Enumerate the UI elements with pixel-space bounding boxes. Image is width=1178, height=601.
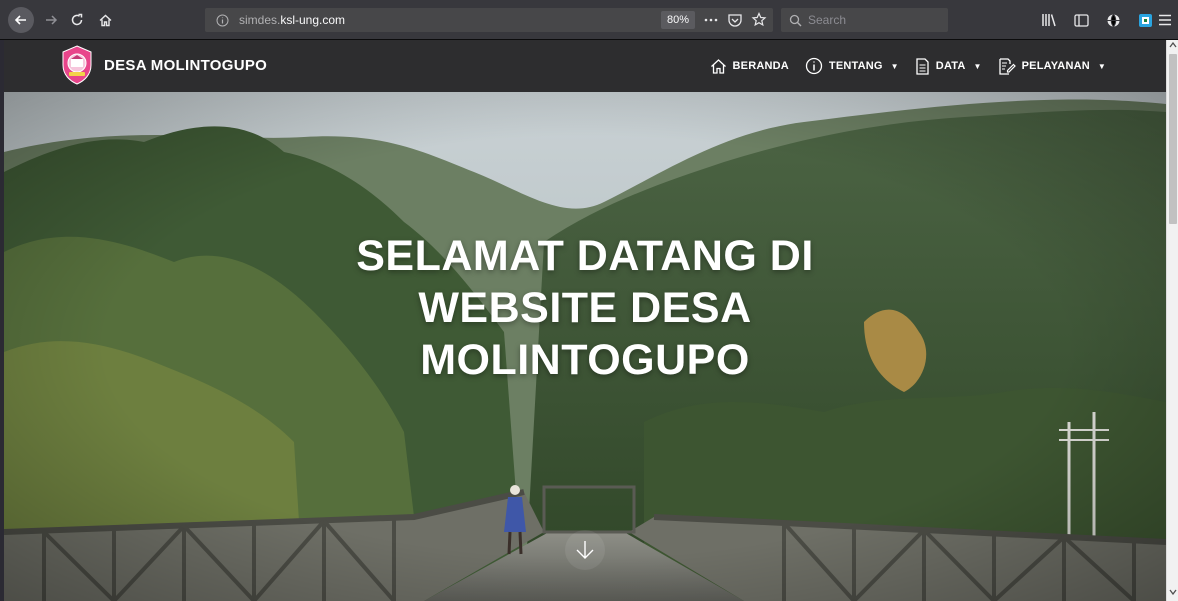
page-actions — [703, 11, 767, 29]
home-button[interactable] — [92, 7, 118, 33]
arrow-right-icon — [46, 15, 58, 25]
main-nav: BERANDA TENTANG ▼ DATA ▼ PELAYANAN ▼ — [710, 40, 1106, 92]
nav-item-tentang[interactable]: TENTANG ▼ — [805, 57, 899, 75]
nav-item-data[interactable]: DATA ▼ — [915, 57, 982, 75]
url-domain: ksl-ung.com — [280, 13, 346, 27]
scroll-down-arrow-icon[interactable] — [1167, 589, 1178, 599]
hero-title: SELAMAT DATANG DI WEBSITE DESA MOLINTOGU… — [4, 230, 1166, 386]
menu-button[interactable] — [1152, 7, 1178, 33]
forward-button[interactable] — [38, 7, 64, 33]
brand[interactable]: DESA MOLINTOGUPO — [60, 45, 267, 85]
caret-down-icon: ▼ — [890, 61, 899, 71]
library-icon — [1042, 14, 1056, 27]
caret-down-icon: ▼ — [1097, 61, 1106, 71]
sidebar-icon — [1073, 13, 1089, 27]
info-icon — [805, 57, 823, 75]
more-actions-icon[interactable] — [703, 11, 719, 29]
home-icon — [99, 14, 111, 26]
bookmark-star-icon[interactable] — [751, 11, 767, 29]
page-scrollbar[interactable] — [1166, 40, 1178, 601]
arrow-left-icon — [14, 15, 26, 25]
zoom-indicator[interactable]: 80% — [660, 11, 695, 29]
globe-extension-button[interactable] — [1100, 7, 1126, 33]
site-navbar: DESA MOLINTOGUPO BERANDA TENTANG ▼ DATA … — [4, 40, 1166, 92]
edit-document-icon — [998, 57, 1016, 75]
toolbar-right-icons — [1036, 7, 1158, 33]
extension-icon — [1138, 13, 1152, 27]
search-placeholder: Search — [808, 13, 847, 27]
scroll-down-button[interactable] — [565, 530, 605, 570]
nav-label: DATA — [935, 60, 966, 72]
hamburger-menu-icon — [1159, 14, 1171, 26]
library-button[interactable] — [1036, 7, 1062, 33]
nav-item-beranda[interactable]: BERANDA — [710, 58, 789, 75]
hero-section: SELAMAT DATANG DI WEBSITE DESA MOLINTOGU… — [4, 92, 1166, 601]
pocket-icon[interactable] — [727, 11, 743, 29]
nav-label: PELAYANAN — [1021, 60, 1090, 72]
reload-button[interactable] — [64, 7, 90, 33]
url-prefix: simdes. — [239, 13, 281, 27]
sidebar-button[interactable] — [1068, 7, 1094, 33]
brand-name: DESA MOLINTOGUPO — [104, 56, 268, 74]
back-button[interactable] — [8, 7, 34, 33]
nav-label: BERANDA — [732, 60, 789, 72]
hero-title-line: SELAMAT DATANG DI — [356, 232, 814, 280]
nav-item-pelayanan[interactable]: PELAYANAN ▼ — [998, 57, 1106, 75]
scroll-up-arrow-icon[interactable] — [1167, 42, 1178, 52]
search-icon — [789, 14, 802, 26]
home-icon — [710, 58, 726, 74]
address-bar[interactable]: simdes.ksl-ung.com 80% — [205, 8, 773, 32]
url-text[interactable]: simdes.ksl-ung.com — [239, 13, 345, 27]
globe-icon — [1107, 13, 1119, 27]
hero-title-line: MOLINTOGUPO — [420, 336, 750, 384]
village-emblem-logo — [62, 45, 92, 85]
browser-toolbar: simdes.ksl-ung.com 80% Search — [0, 0, 1178, 40]
nav-label: TENTANG — [828, 60, 883, 72]
arrow-down-icon — [576, 541, 594, 559]
reload-icon — [71, 13, 83, 26]
search-bar[interactable]: Search — [781, 8, 948, 32]
caret-down-icon: ▼ — [973, 61, 982, 71]
page-viewport: DESA MOLINTOGUPO BERANDA TENTANG ▼ DATA … — [4, 40, 1166, 601]
hero-title-line: WEBSITE DESA — [418, 284, 752, 332]
scrollbar-thumb[interactable] — [1169, 54, 1177, 224]
site-info-icon[interactable] — [215, 13, 229, 27]
document-icon — [916, 57, 929, 75]
